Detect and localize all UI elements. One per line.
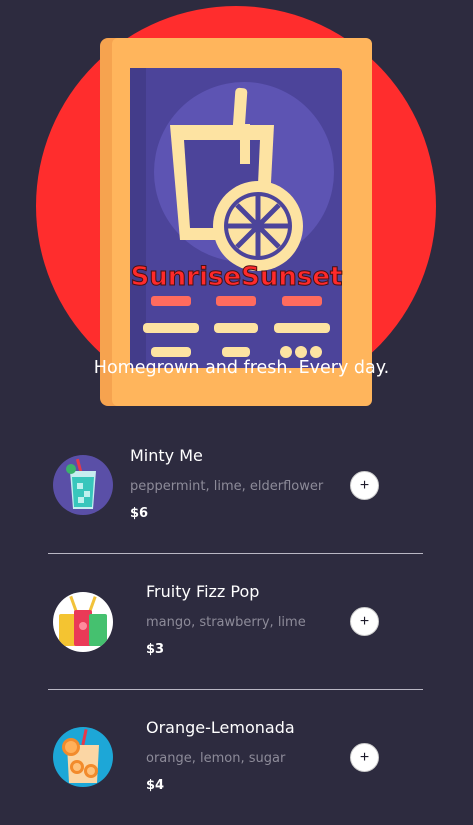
menu-item: Orange-Lemonada orange, lemon, sugar $4 …	[48, 690, 423, 825]
item-price: $6	[130, 506, 149, 521]
hero: SunriseSunset Homegrown and fresh. Every…	[0, 0, 473, 420]
item-ingredients: peppermint, lime, elderflower	[130, 479, 324, 494]
minty-drink-icon	[53, 455, 113, 515]
fruity-drinks-icon	[53, 592, 113, 652]
item-name: Fruity Fizz Pop	[146, 582, 260, 601]
item-ingredients: orange, lemon, sugar	[146, 751, 286, 766]
menu-item: Fruity Fizz Pop mango, strawberry, lime …	[48, 554, 423, 690]
add-to-cart-button[interactable]: +	[350, 607, 379, 636]
drink-menu: Minty Me peppermint, lime, elderflower $…	[48, 418, 423, 825]
add-to-cart-button[interactable]: +	[350, 743, 379, 772]
item-ingredients: mango, strawberry, lime	[146, 615, 306, 630]
item-name: Orange-Lemonada	[146, 718, 295, 737]
add-to-cart-button[interactable]: +	[350, 471, 379, 500]
item-info: Orange-Lemonada orange, lemon, sugar $4	[146, 718, 295, 793]
orange-lemonade-icon	[53, 727, 113, 787]
item-price: $3	[146, 642, 165, 657]
brand-name: SunriseSunset	[130, 262, 343, 293]
menu-item: Minty Me peppermint, lime, elderflower $…	[48, 418, 423, 554]
item-price: $4	[146, 778, 165, 793]
item-info: Fruity Fizz Pop mango, strawberry, lime …	[146, 582, 306, 657]
menu-board-logo	[36, 6, 436, 406]
item-name: Minty Me	[130, 446, 203, 465]
item-info: Minty Me peppermint, lime, elderflower $…	[130, 446, 323, 521]
tagline: Homegrown and fresh. Every day.	[93, 358, 390, 378]
